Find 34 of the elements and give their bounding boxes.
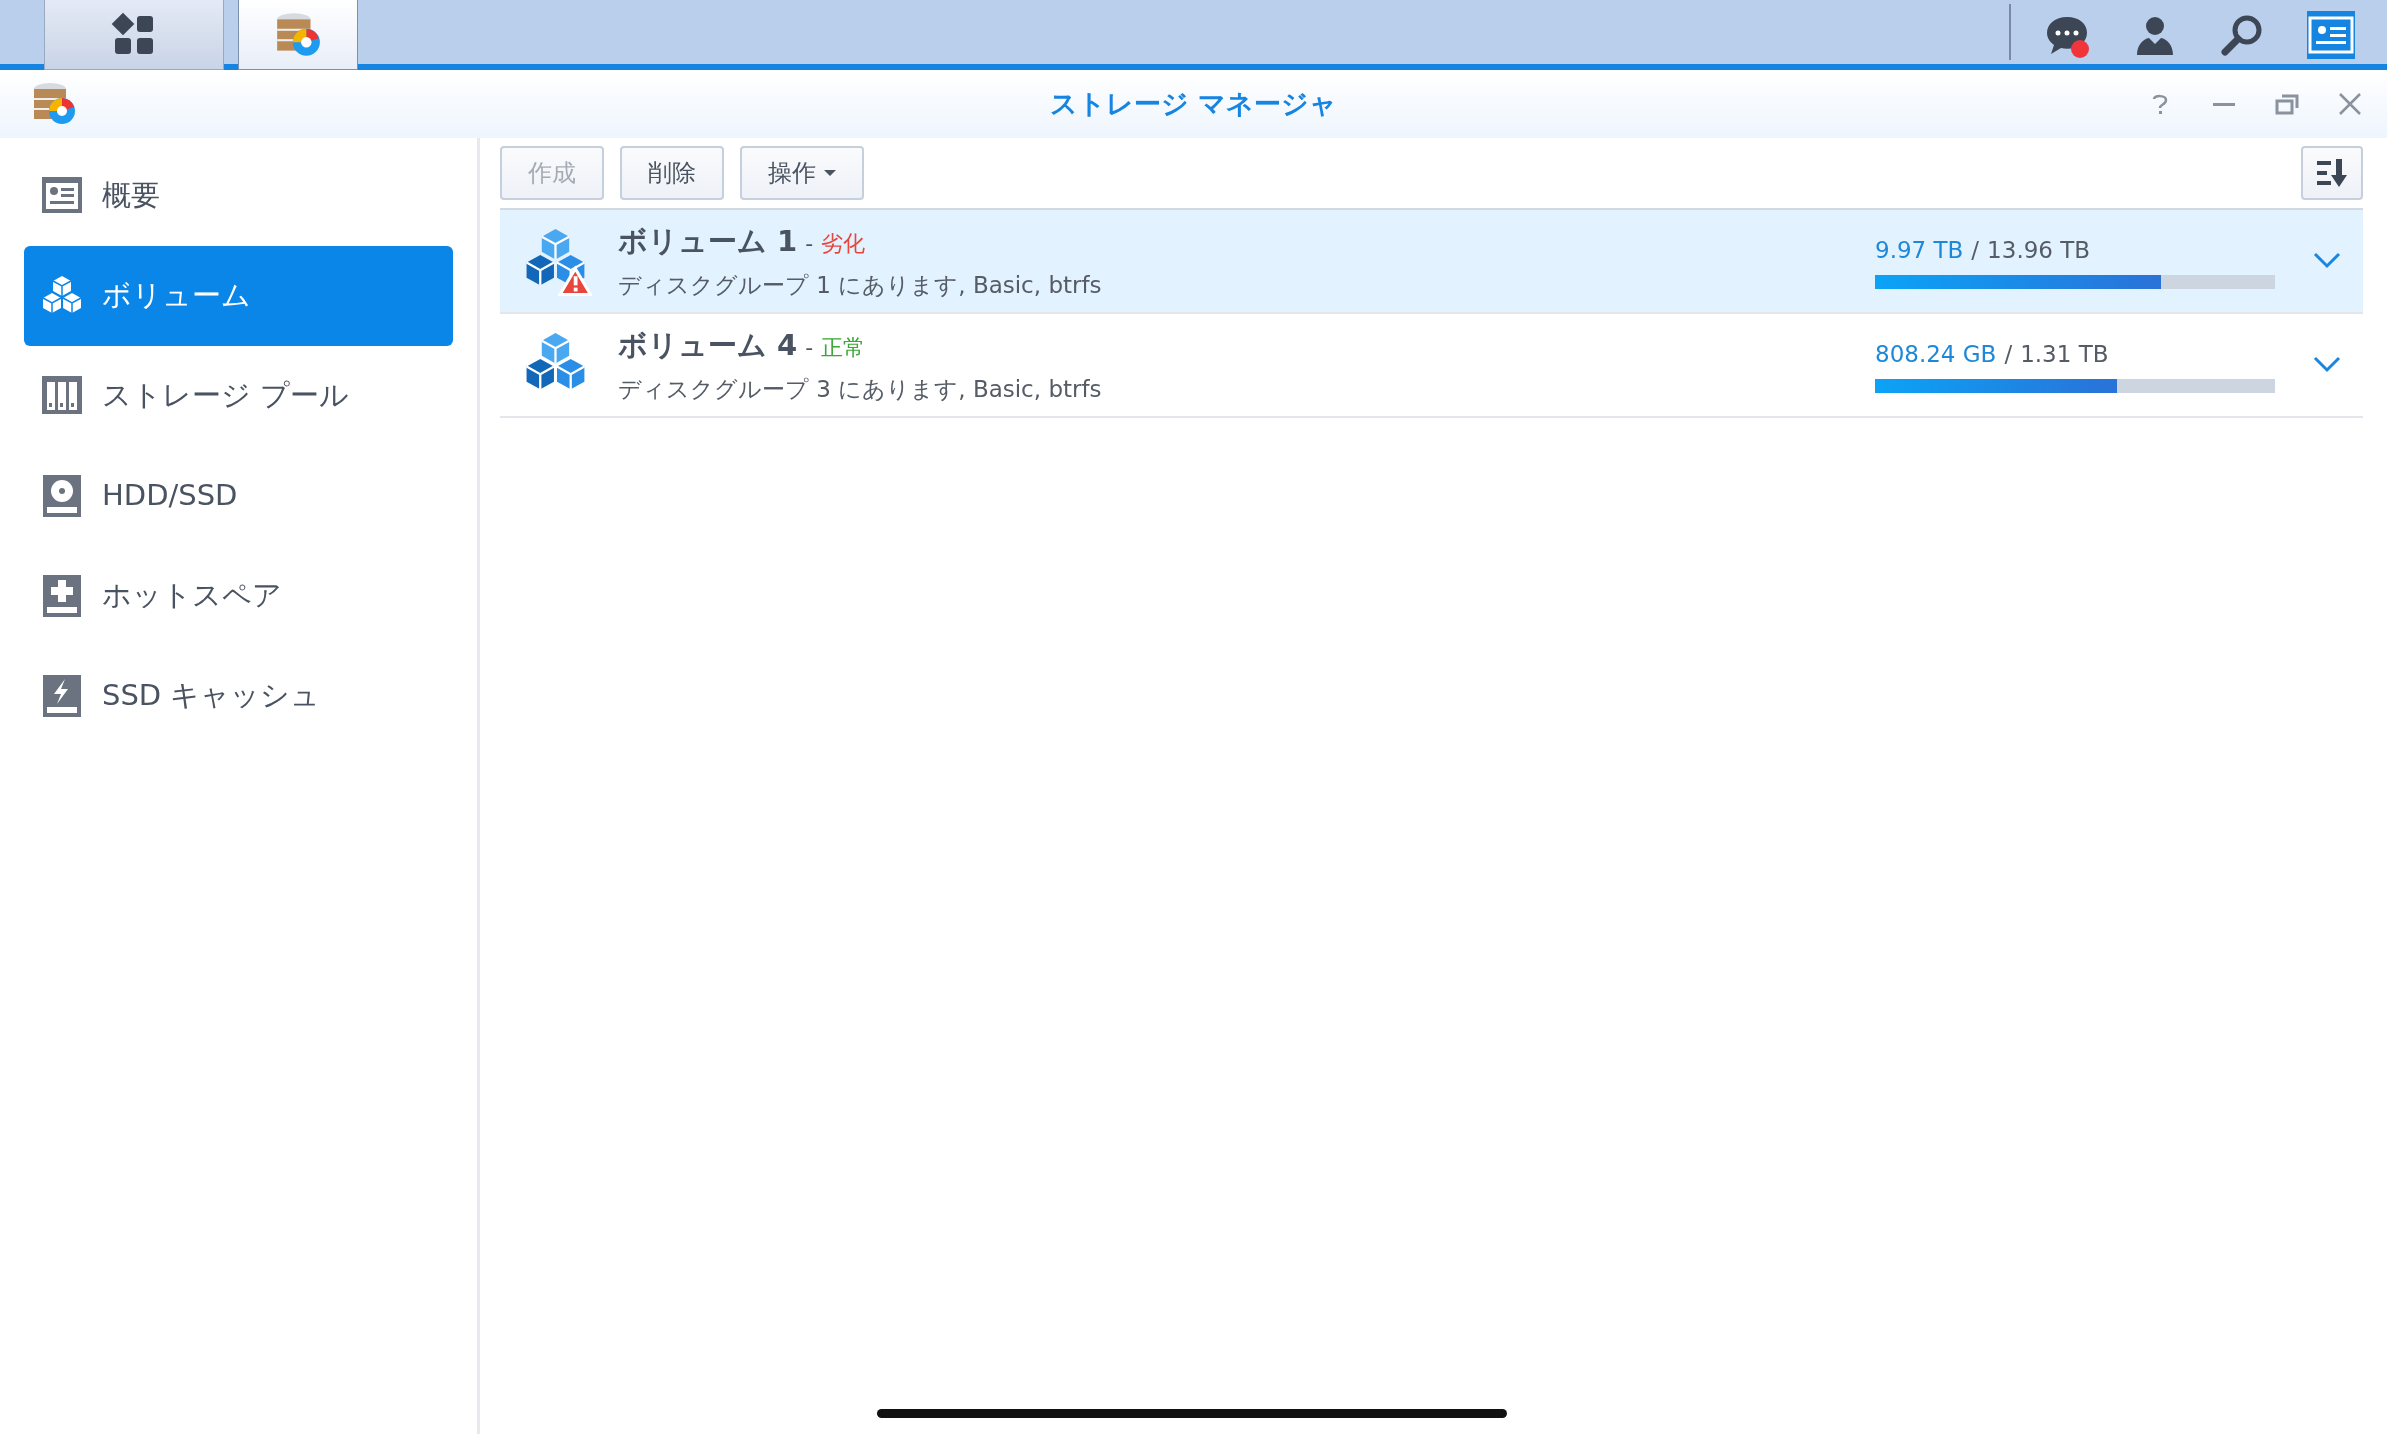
used-capacity: 808.24 GB bbox=[1875, 339, 1997, 369]
separator-dash: - bbox=[805, 334, 814, 362]
sidebar-item[interactable]: ホットスペア bbox=[24, 546, 453, 646]
used-capacity: 9.97 TB bbox=[1875, 235, 1964, 265]
window-title: ストレージ マネージャ bbox=[1049, 86, 1338, 121]
separator-dash: - bbox=[805, 230, 814, 258]
total-capacity: 1.31 TB bbox=[2020, 339, 2109, 369]
chevron-down-icon[interactable] bbox=[2313, 356, 2341, 374]
caret-icon bbox=[824, 169, 836, 177]
taskbar-app-button[interactable] bbox=[44, 0, 224, 70]
slash: / bbox=[1971, 235, 1980, 265]
slash: / bbox=[2004, 339, 2013, 369]
plus-drive-icon bbox=[40, 574, 84, 618]
close-icon[interactable] bbox=[2337, 91, 2363, 117]
chevron-down-icon[interactable] bbox=[2313, 252, 2341, 270]
volume-status: 正常 bbox=[821, 334, 866, 362]
volume-name: ボリューム 1 bbox=[618, 223, 798, 260]
sort-button[interactable] bbox=[2301, 146, 2363, 200]
sidebar-item[interactable]: SSD キャッシュ bbox=[24, 646, 453, 746]
lightning-drive-icon bbox=[40, 674, 84, 718]
sidebar-item[interactable]: ボリューム bbox=[24, 246, 453, 346]
volume-name: ボリューム 4 bbox=[618, 327, 798, 364]
toolbar-button[interactable]: 削除 bbox=[620, 146, 724, 200]
volume-location: ディスクグループ 3 にあります, Basic, btrfs bbox=[618, 374, 1103, 404]
card-icon[interactable] bbox=[2307, 11, 2355, 59]
total-capacity: 13.96 TB bbox=[1987, 235, 2091, 265]
sidebar-item[interactable]: 概要 bbox=[24, 146, 453, 246]
volume-row[interactable]: ボリューム 4 - 正常 ディスクグループ 3 にあります, Basic, btrfs 808.24 GB / 1.31 TB bbox=[500, 314, 2363, 418]
volume-status: 劣化 bbox=[821, 230, 866, 258]
sidebar-item[interactable]: HDD/SSD bbox=[24, 446, 453, 546]
volume-row[interactable]: ボリューム 1 - 劣化 ディスクグループ 1 にあります, Basic, btrfs 9.97 TB / 13.96 TB bbox=[500, 210, 2363, 314]
sidebar-item[interactable]: ストレージ プール bbox=[24, 346, 453, 446]
dropdown-button[interactable]: 操作 bbox=[740, 146, 864, 200]
volume-location: ディスクグループ 1 にあります, Basic, btrfs bbox=[618, 270, 1103, 300]
